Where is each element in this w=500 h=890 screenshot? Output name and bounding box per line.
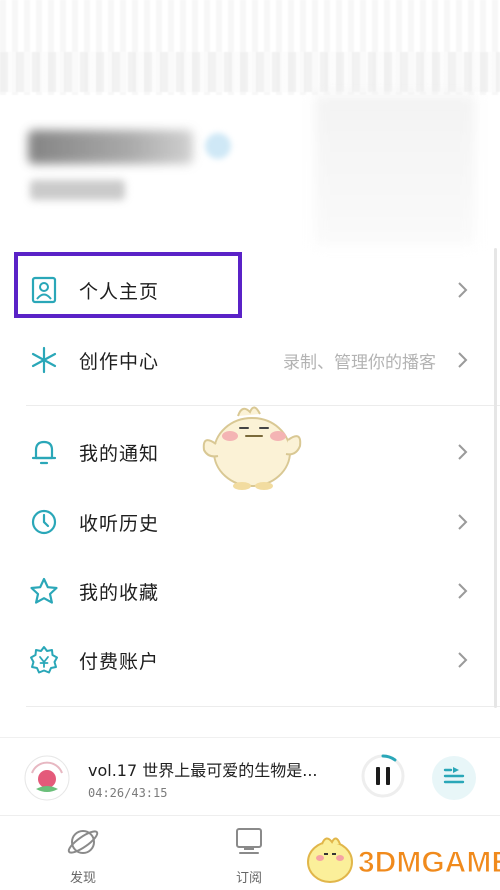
username-blurred[interactable]	[28, 130, 193, 164]
tab-label: 订阅	[235, 871, 262, 886]
menu-item-label: 我的通知	[79, 442, 160, 465]
verified-badge-blurred	[205, 133, 231, 159]
user-subtitle-blurred	[30, 180, 125, 200]
chevron-right-icon	[452, 350, 472, 370]
pause-button[interactable]	[359, 752, 407, 800]
track-title[interactable]: vol.17 世界上最可爱的生物是...	[88, 757, 318, 781]
chevron-right-icon	[452, 442, 472, 462]
highlight-annotation-box	[14, 252, 242, 318]
menu-item-hint: 录制、管理你的播客	[283, 352, 436, 373]
tab-label: 发现	[69, 871, 96, 886]
menu-item-paid-account[interactable]: 付费账户	[0, 626, 500, 694]
menu-item-label: 收听历史	[79, 512, 160, 535]
chevron-right-icon	[452, 650, 472, 670]
chick-mascot-icon	[198, 400, 306, 492]
menu-item-creator-center[interactable]: 创作中心 录制、管理你的播客	[0, 326, 500, 394]
tab-subscriptions[interactable]: 订阅	[209, 825, 289, 886]
monitor-icon	[232, 828, 266, 863]
sparkle-icon	[29, 345, 59, 375]
playlist-button[interactable]	[432, 756, 476, 800]
playlist-icon	[442, 765, 466, 791]
chevron-right-icon	[452, 581, 472, 601]
badge-icon	[29, 645, 59, 675]
profile-cover-blurred	[315, 95, 475, 245]
tab-discover[interactable]: 发现	[43, 825, 123, 886]
status-bar-blurred	[0, 0, 500, 95]
scrollbar[interactable]	[494, 248, 497, 708]
menu-item-label: 付费账户	[79, 650, 160, 673]
menu-item-label: 创作中心	[79, 350, 160, 373]
menu-item-favorites[interactable]: 我的收藏	[0, 557, 500, 625]
clock-icon	[29, 507, 59, 537]
menu-item-label: 我的收藏	[79, 581, 160, 604]
track-time: 04:26/43:15	[88, 786, 168, 800]
chevron-right-icon	[452, 280, 472, 300]
star-icon	[29, 576, 59, 606]
menu-item-history[interactable]: 收听历史	[0, 488, 500, 556]
planet-icon	[65, 830, 101, 863]
3dmgame-watermark-logo: 3DMGAME	[300, 832, 500, 886]
svg-text:3DMGAME: 3DMGAME	[358, 846, 500, 879]
bell-icon	[29, 437, 59, 467]
divider	[26, 706, 500, 707]
podcast-cover-icon[interactable]	[24, 755, 70, 801]
chevron-right-icon	[452, 512, 472, 532]
